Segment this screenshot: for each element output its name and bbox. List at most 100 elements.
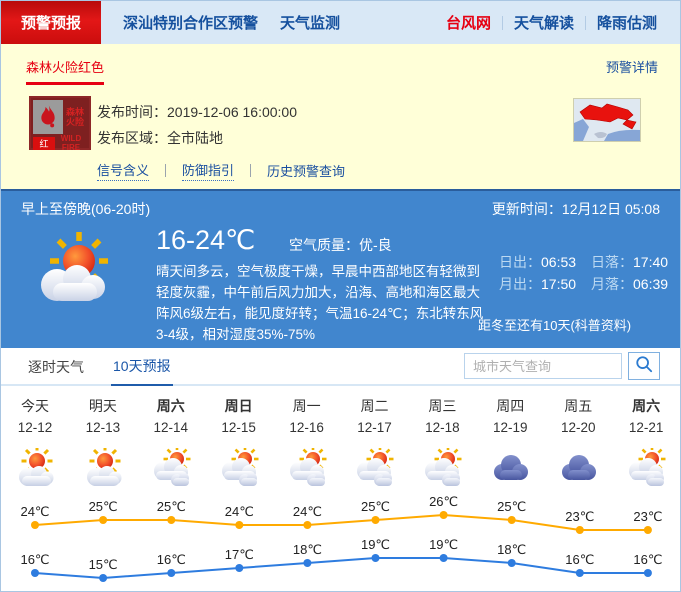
date-label: 12-13 (69, 420, 137, 446)
forecast-period: 早上至傍晚(06-20时) (21, 199, 150, 219)
svg-text:23℃: 23℃ (565, 509, 594, 524)
svg-text:19℃: 19℃ (361, 537, 390, 552)
date-label: 12-14 (137, 420, 205, 446)
weather-page: 预警预报 深汕特别合作区预警 天气监测 台风网 天气解读 降雨估测 森林火险红色… (0, 0, 681, 592)
history-warning-query-link[interactable]: 历史预警查询 (267, 161, 345, 180)
svg-text:18℃: 18℃ (293, 542, 322, 557)
date-label: 12-19 (476, 420, 544, 446)
day-label: 周日 (205, 396, 273, 420)
day-label: 明天 (69, 396, 137, 420)
warning-icon-title-en: WILD FIRE (55, 134, 87, 152)
date-label: 12-16 (273, 420, 341, 446)
date-label: 12-20 (544, 420, 612, 446)
forecast-column: 周日12-15 (205, 396, 273, 490)
weather-icon-sun-clouds (273, 446, 341, 490)
svg-text:15℃: 15℃ (89, 557, 118, 572)
forecast-tabs-bar: 逐时天气 10天预报 (1, 348, 680, 386)
nav-right-links: 台风网 天气解读 降雨估测 (435, 12, 680, 33)
tab-ten-day-forecast[interactable]: 10天预报 (111, 347, 173, 387)
warning-icon-title: 森林 火险 (63, 100, 87, 134)
forecast-column: 明天12-13 (69, 396, 137, 490)
svg-text:25℃: 25℃ (361, 499, 390, 514)
sun-cloud-icon (27, 231, 123, 314)
weather-icon-sun-clouds (137, 446, 205, 490)
date-label: 12-17 (341, 420, 409, 446)
svg-text:24℃: 24℃ (293, 504, 322, 519)
svg-text:26℃: 26℃ (429, 496, 458, 509)
divider (250, 164, 251, 177)
air-quality: 空气质量：优-良 (289, 235, 392, 255)
svg-text:25℃: 25℃ (497, 499, 526, 514)
svg-text:25℃: 25℃ (157, 499, 186, 514)
forecast-column: 周四12-19 (476, 396, 544, 490)
tab-hourly-weather[interactable]: 逐时天气 (26, 348, 86, 385)
day-label: 周三 (408, 396, 476, 420)
warning-section: 森林火险红色 预警详情 森林 火险 红 WILD FIRE (1, 44, 680, 189)
svg-text:19℃: 19℃ (429, 537, 458, 552)
wildfire-warning-icon: 森林 火险 红 WILD FIRE (29, 96, 91, 150)
weather-description: 晴天间多云，空气极度干燥，早晨中西部地区有轻微到轻度灰霾，中午前后风力加大，沿海… (156, 261, 490, 345)
nav-tab-shenshan[interactable]: 深汕特别合作区预警 (123, 12, 258, 33)
day-label: 周五 (544, 396, 612, 420)
publish-area: 发布区域：全市陆地 (97, 128, 223, 148)
date-label: 12-21 (612, 420, 680, 446)
day-label: 周一 (273, 396, 341, 420)
signal-meaning-link[interactable]: 信号含义 (97, 160, 149, 181)
svg-text:24℃: 24℃ (20, 504, 49, 519)
divider (165, 164, 166, 177)
forecast-column: 周一12-16 (273, 396, 341, 490)
nav-tab-warning-forecast[interactable]: 预警预报 (1, 1, 101, 44)
svg-text:16℃: 16℃ (565, 552, 594, 567)
svg-text:17℃: 17℃ (225, 547, 254, 562)
update-time: 更新时间：12月12日 05:08 (492, 199, 660, 219)
temperature-chart: 24℃ 25℃ 25℃ 24℃ 24℃ 25℃ 26℃ 25℃ 23℃ 23℃ 16℃ 15℃ 16℃ 1… (1, 496, 681, 592)
weather-icon-sun-clouds (341, 446, 409, 490)
warning-links: 信号含义 防御指引 历史预警查询 (97, 160, 345, 181)
day-label: 周四 (476, 396, 544, 420)
city-weather-search-input[interactable] (464, 353, 622, 379)
solstice-note: 距冬至还有10天(科普资料) (478, 315, 631, 334)
forecast-column: 周三12-18 (408, 396, 476, 490)
warning-tab-row: 森林火险红色 预警详情 (1, 44, 680, 88)
search-icon (635, 355, 653, 378)
current-weather-panel: 早上至傍晚(06-20时) 更新时间：12月12日 05:08 (1, 189, 680, 348)
weather-icon-sun-clouds (205, 446, 273, 490)
forecast-column: 周六12-14 (137, 396, 205, 490)
nav-link-weather-analysis[interactable]: 天气解读 (503, 12, 585, 33)
forecast-column: 周五12-20 (544, 396, 612, 490)
temperature-chart-wrap: 24℃ 25℃ 25℃ 24℃ 24℃ 25℃ 26℃ 25℃ 23℃ 23℃ 16℃ 15℃ 16℃ 1… (1, 496, 681, 592)
nav-link-typhoon[interactable]: 台风网 (435, 12, 502, 33)
svg-text:24℃: 24℃ (225, 504, 254, 519)
sun-moon-times: 日出：06:53 日落：17:40 月出：17:50 月落：06:39 (499, 251, 681, 295)
search-button[interactable] (628, 352, 660, 380)
temperature-range: 16-24℃ (156, 225, 255, 256)
svg-text:25℃: 25℃ (89, 499, 118, 514)
day-label: 周六 (137, 396, 205, 420)
forecast-columns: 今天12-12明天12-13周六12-14周日12-15周一12-16周二12-… (1, 386, 680, 490)
warning-details-link[interactable]: 预警详情 (606, 57, 658, 76)
weather-icon-sun-small-cloud (1, 446, 69, 490)
svg-text:16℃: 16℃ (633, 552, 662, 567)
day-label: 今天 (1, 396, 69, 420)
forecast-column: 周六12-21 (612, 396, 680, 490)
nav-link-rainfall[interactable]: 降雨估测 (586, 12, 668, 33)
svg-text:23℃: 23℃ (633, 509, 662, 524)
day-label: 周二 (341, 396, 409, 420)
weather-icon-sun-clouds (408, 446, 476, 490)
weather-icon-sun-clouds (612, 446, 680, 490)
flame-icon (33, 100, 63, 134)
weather-icon-dark-cloud (544, 446, 612, 490)
svg-text:16℃: 16℃ (20, 552, 49, 567)
forecast-column: 周二12-17 (341, 396, 409, 490)
top-nav: 预警预报 深汕特别合作区预警 天气监测 台风网 天气解读 降雨估测 (1, 1, 680, 44)
warning-level-badge: 红 (33, 137, 55, 150)
ten-day-forecast: 今天12-12明天12-13周六12-14周日12-15周一12-16周二12-… (1, 386, 680, 592)
warning-area-map[interactable] (574, 99, 640, 141)
weather-icon-dark-cloud (476, 446, 544, 490)
defense-guide-link[interactable]: 防御指引 (182, 160, 234, 181)
warning-tab-forest-fire-red[interactable]: 森林火险红色 (26, 57, 104, 85)
svg-text:16℃: 16℃ (157, 552, 186, 567)
nav-tab-monitoring[interactable]: 天气监测 (280, 12, 340, 33)
day-label: 周六 (612, 396, 680, 420)
date-label: 12-12 (1, 420, 69, 446)
